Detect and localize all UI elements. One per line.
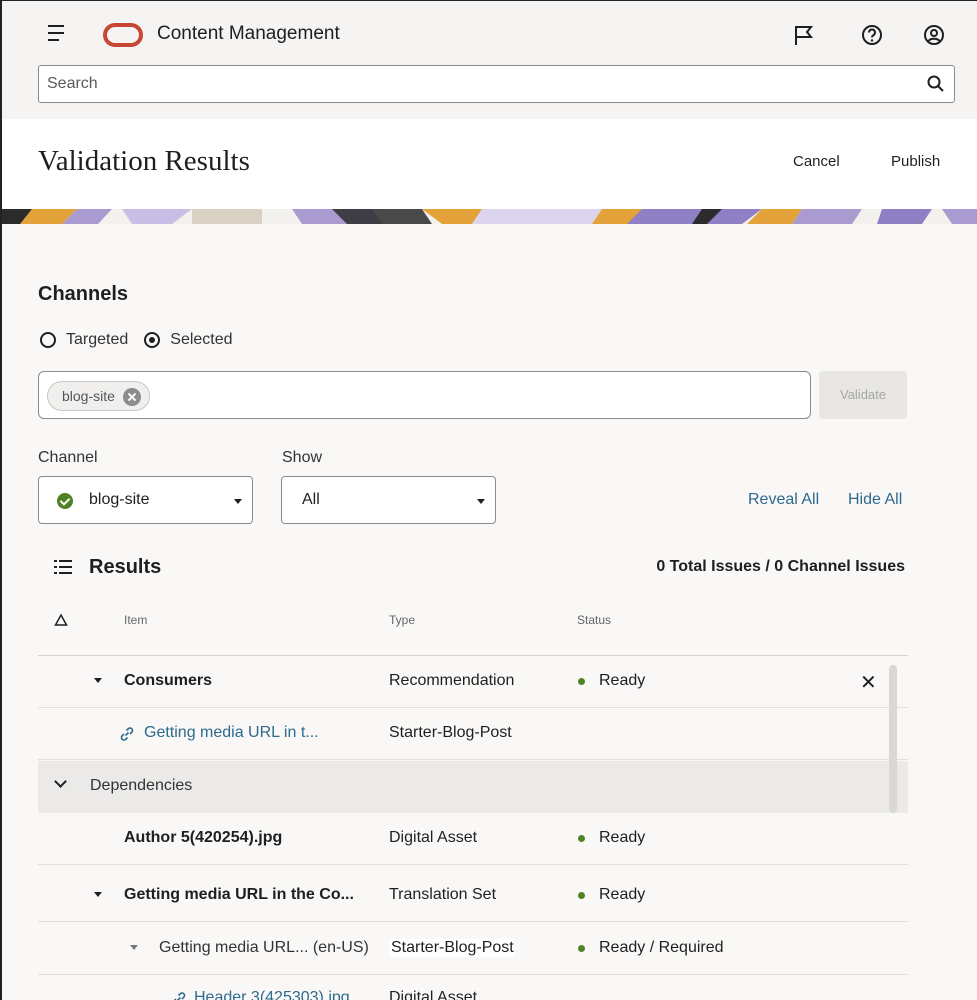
caret-down-icon (477, 499, 485, 504)
row-item-link[interactable]: Header 3(425303).jpg (194, 989, 350, 1000)
search-field (38, 65, 955, 103)
table-row[interactable]: Consumers Recommendation Ready ✕ (38, 656, 908, 708)
row-status: Ready (599, 886, 646, 903)
user-icon[interactable] (920, 21, 948, 49)
app-title: Content Management (157, 23, 340, 44)
row-item-link[interactable]: Getting media URL in t... (144, 724, 319, 742)
hide-all-link[interactable]: Hide All (848, 491, 902, 509)
table-row[interactable]: Getting media URL... (en-US) Starter-Blo… (38, 923, 908, 975)
table-row[interactable]: Header 3(425303).jpg Digital Asset (38, 976, 908, 1000)
sort-icon[interactable] (54, 613, 68, 627)
show-select-value: All (302, 491, 320, 508)
collapse-icon[interactable] (94, 678, 102, 683)
channel-mode-radios: Targeted Selected (40, 329, 249, 351)
collapse-icon[interactable] (130, 945, 138, 950)
column-status[interactable]: Status (577, 613, 611, 627)
row-type: Digital Asset (389, 829, 478, 846)
table-row[interactable]: Getting media URL in t... Starter-Blog-P… (38, 708, 908, 760)
page-title: Validation Results (38, 145, 250, 177)
search-icon[interactable] (926, 74, 946, 94)
radio-targeted-label: Targeted (66, 331, 129, 348)
link-icon (173, 992, 186, 1000)
row-status: Ready (599, 829, 646, 846)
radio-selected-label: Selected (170, 331, 233, 348)
check-circle-icon (57, 493, 73, 509)
row-item: Getting media URL in the Co... (124, 886, 354, 903)
cancel-button[interactable]: Cancel (793, 153, 840, 170)
app-window: Content Management Validation Results Ca… (0, 0, 977, 1000)
help-icon[interactable] (858, 21, 886, 49)
publish-button[interactable]: Publish (891, 153, 940, 170)
menu-icon[interactable] (48, 25, 70, 45)
oracle-logo (103, 23, 143, 47)
search-input[interactable] (47, 66, 907, 102)
remove-chip-icon[interactable] (122, 388, 141, 406)
column-type[interactable]: Type (389, 613, 415, 627)
table-row[interactable]: Author 5(420254).jpg Digital Asset Ready (38, 813, 908, 865)
row-item: Author 5(420254).jpg (124, 829, 283, 846)
close-icon[interactable]: ✕ (860, 670, 877, 695)
top-header: Content Management (2, 1, 977, 119)
link-icon (120, 727, 134, 741)
row-status: Ready / Required (599, 939, 724, 956)
channel-chip-label: blog-site (62, 388, 115, 404)
row-type: Starter-Blog-Post (389, 724, 512, 741)
row-item: Consumers (124, 672, 213, 689)
issues-summary: 0 Total Issues / 0 Channel Issues (656, 558, 905, 575)
row-type: Translation Set (389, 886, 497, 903)
radio-selected[interactable] (144, 332, 161, 348)
collapse-icon[interactable] (94, 892, 102, 897)
row-type: Digital Asset (389, 989, 478, 1000)
channel-select-value: blog-site (89, 491, 150, 508)
ready-dot-icon (578, 892, 585, 899)
ready-dot-icon (578, 945, 585, 952)
radio-targeted[interactable] (40, 332, 56, 348)
row-type: Starter-Blog-Post (389, 939, 514, 957)
validate-button[interactable]: Validate (819, 371, 907, 419)
channels-heading: Channels (38, 283, 129, 305)
table-row[interactable]: Getting media URL in the Co... Translati… (38, 870, 908, 922)
column-item[interactable]: Item (124, 613, 147, 627)
ready-dot-icon (578, 678, 585, 685)
channel-select[interactable]: blog-site (38, 476, 253, 524)
reveal-all-link[interactable]: Reveal All (748, 491, 819, 509)
row-item: Getting media URL... (en-US) (159, 939, 369, 956)
page-header: Validation Results Cancel Publish (2, 119, 977, 209)
flag-icon[interactable] (790, 21, 818, 49)
channel-picker[interactable]: blog-site (38, 371, 811, 419)
row-type: Recommendation (389, 672, 515, 689)
show-select[interactable]: All (281, 476, 496, 524)
caret-down-icon (234, 499, 242, 504)
show-label: Show (282, 449, 323, 466)
channel-label: Channel (38, 449, 98, 466)
table-group-row[interactable]: Dependencies (38, 761, 908, 813)
ready-dot-icon (578, 835, 585, 842)
group-label: Dependencies (90, 777, 193, 794)
row-status: Ready (599, 672, 646, 689)
chevron-down-icon[interactable] (54, 775, 67, 788)
scrollbar[interactable] (889, 665, 897, 813)
decorative-banner (2, 209, 977, 224)
results-heading: Results (89, 556, 162, 578)
channel-chip: blog-site (47, 381, 150, 411)
list-icon (54, 560, 72, 574)
